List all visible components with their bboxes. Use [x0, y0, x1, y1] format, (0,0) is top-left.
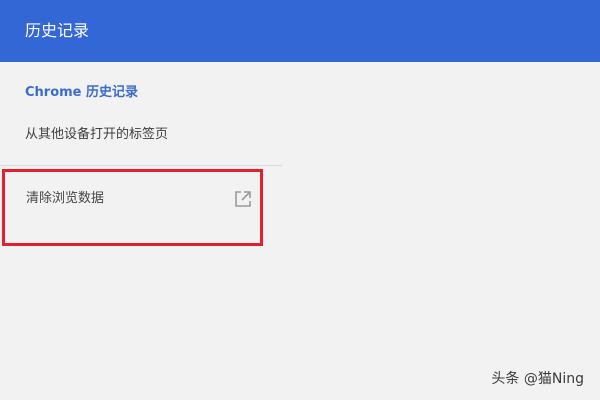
sidebar-item-tabs-from-other-devices[interactable]: 从其他设备打开的标签页 [25, 126, 168, 144]
clear-browsing-data-button[interactable]: 清除浏览数据 [0, 166, 282, 236]
watermark: 头条 @猫Ning [491, 371, 584, 387]
sidebar: Chrome 历史记录 从其他设备打开的标签页 清除浏览数据 [0, 62, 282, 400]
open-in-new-icon [235, 191, 251, 207]
page-title: 历史记录 [25, 21, 90, 40]
app-header: 历史记录 [0, 0, 600, 62]
sidebar-item-chrome-history[interactable]: Chrome 历史记录 [25, 84, 138, 102]
clear-browsing-data-label: 清除浏览数据 [26, 191, 105, 206]
